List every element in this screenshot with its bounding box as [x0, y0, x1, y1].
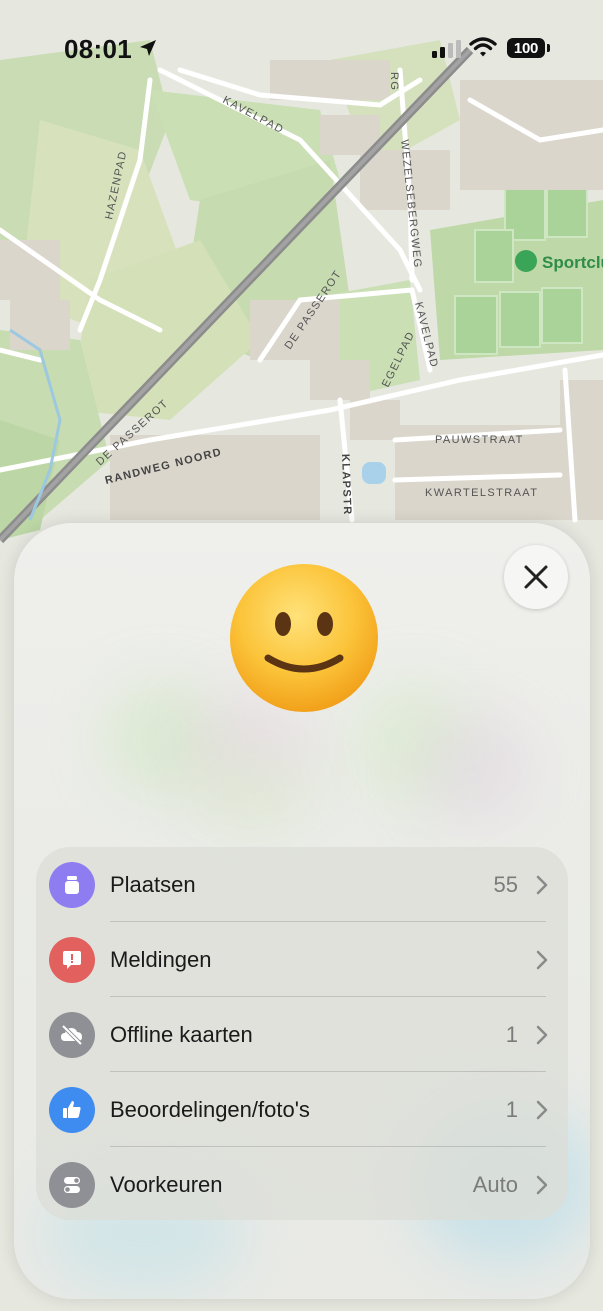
menu-item-plaatsen[interactable]: Plaatsen 55: [36, 847, 568, 922]
chevron-right-icon: [536, 875, 548, 894]
map-label: PAUWSTRAAT: [435, 434, 524, 446]
map-label: KWARTELSTRAAT: [425, 487, 538, 499]
chevron-right-icon: [536, 1100, 548, 1119]
map-label: KLAPSTR: [339, 454, 353, 516]
cellular-signal-icon: [432, 40, 461, 58]
status-bar: 08:01 100: [0, 0, 603, 100]
menu-item-label: Meldingen: [110, 946, 212, 972]
menu-item-label: Voorkeuren: [110, 1171, 223, 1197]
close-icon: [524, 565, 548, 589]
location-arrow-icon: [140, 40, 156, 56]
battery-indicator: 100: [507, 38, 545, 58]
exclamation-bubble-icon: [49, 936, 95, 983]
chevron-right-icon: [536, 1175, 548, 1194]
menu-item-meldingen[interactable]: Meldingen: [36, 922, 568, 997]
menu-item-label: Beoordelingen/foto's: [110, 1096, 310, 1122]
menu-item-count: 1: [505, 1096, 518, 1122]
close-button[interactable]: [504, 545, 568, 609]
toggles-icon: [49, 1161, 95, 1208]
menu-item-value: Auto: [472, 1171, 518, 1197]
map-poi-label[interactable]: Sportclu: [542, 253, 603, 272]
menu-item-voorkeuren[interactable]: Voorkeuren Auto: [36, 1147, 568, 1220]
status-time: 08:01: [64, 34, 132, 64]
wifi-icon: [469, 37, 497, 57]
chevron-right-icon: [536, 1025, 548, 1044]
battery-tip: [547, 44, 550, 52]
menu-item-label: Offline kaarten: [110, 1021, 253, 1047]
account-menu: Plaatsen 55 Meldingen Offline kaarten 1 …: [36, 847, 568, 1220]
thumbs-up-icon: [49, 1086, 95, 1133]
square-stack-icon: [49, 861, 95, 908]
menu-item-beoordelingen[interactable]: Beoordelingen/foto's 1: [36, 1072, 568, 1147]
menu-item-count: 55: [493, 871, 518, 897]
sport-poi-icon[interactable]: [515, 250, 537, 272]
menu-item-offline-kaarten[interactable]: Offline kaarten 1: [36, 997, 568, 1072]
cloud-slash-icon: [49, 1011, 95, 1058]
menu-item-label: Plaatsen: [110, 871, 196, 897]
menu-item-count: 1: [505, 1021, 518, 1047]
chevron-right-icon: [536, 950, 548, 969]
smiley-avatar-icon[interactable]: [228, 562, 380, 714]
